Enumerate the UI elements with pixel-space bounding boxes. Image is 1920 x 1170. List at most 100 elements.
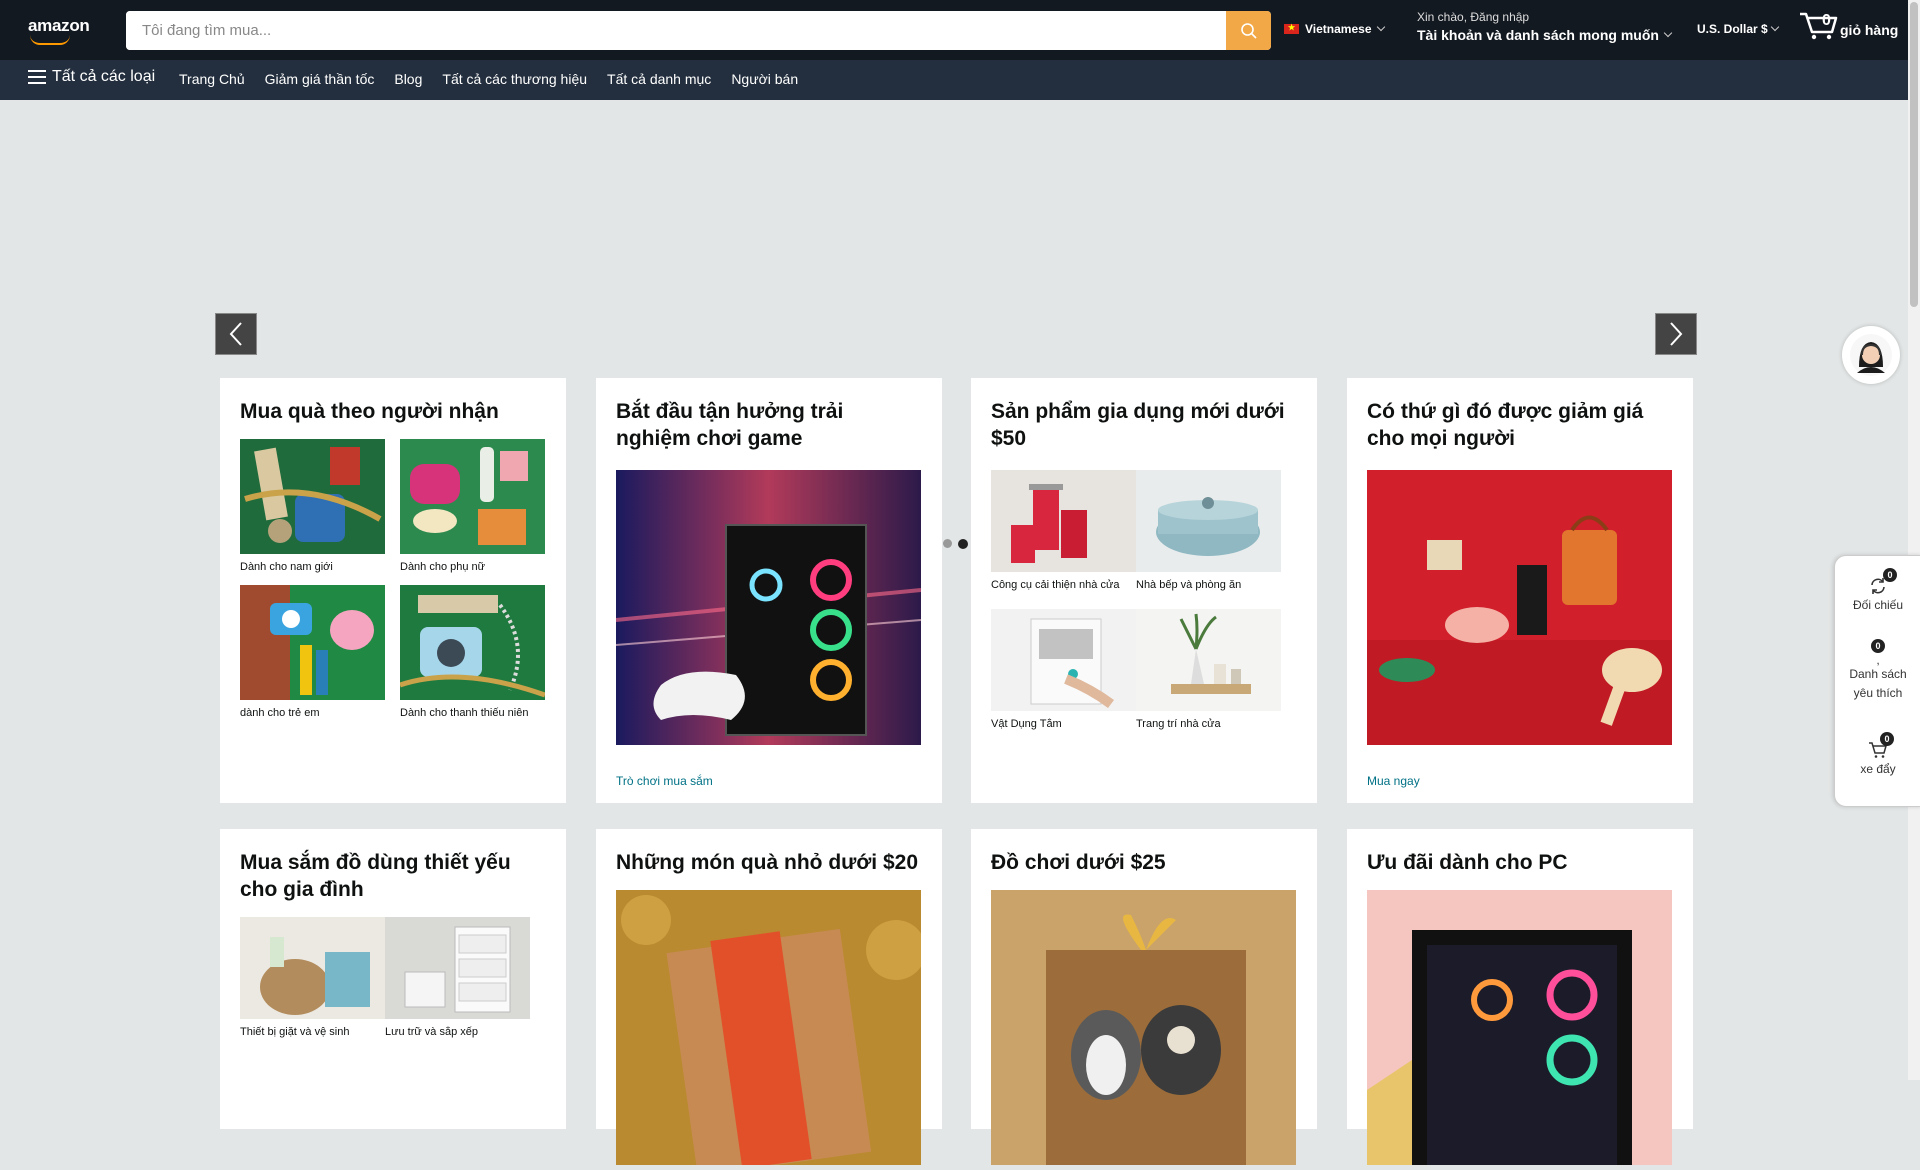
- tile-for-kids[interactable]: dành cho trẻ em: [240, 585, 385, 719]
- kids-gifts-image: [240, 585, 385, 700]
- logo-smile-icon: [30, 35, 70, 45]
- men-gifts-image: [240, 439, 385, 554]
- search-bar: [126, 11, 1271, 50]
- gaming-pc-image[interactable]: [615, 470, 922, 745]
- nav-link-all-categories[interactable]: Tất cả danh mục: [607, 71, 711, 87]
- page-scrollbar[interactable]: [1908, 0, 1920, 1080]
- tile-storage-organization[interactable]: Lưu trữ và sắp xếp: [385, 917, 530, 1038]
- tile-for-women[interactable]: Dành cho phụ nữ: [400, 439, 545, 573]
- card-title: Những món quà nhỏ dưới $20: [616, 851, 919, 874]
- all-categories-button[interactable]: Tất cả các loại: [28, 68, 155, 86]
- logo-text: amazon: [28, 16, 90, 35]
- card-gaming: Bắt đầu tận hưởng trải nghiệm chơi game …: [596, 378, 942, 803]
- support-agent-icon: [1850, 334, 1892, 376]
- search-input[interactable]: [126, 11, 1226, 50]
- chevron-down-icon: [1663, 28, 1673, 38]
- carousel-dot[interactable]: [943, 539, 952, 548]
- chevron-right-icon: [1670, 322, 1683, 346]
- side-cart-button[interactable]: 0 xe đẩy: [1835, 732, 1920, 779]
- card-title: Có thứ gì đó được giảm giá cho mọi người: [1367, 400, 1644, 450]
- cart-button[interactable]: 0 giỏ hàng: [1798, 10, 1898, 40]
- compare-label: Đối chiếu: [1852, 598, 1904, 612]
- amazon-logo[interactable]: amazon: [28, 16, 90, 45]
- account-label: Tài khoản và danh sách mong muốn: [1417, 27, 1659, 43]
- chevron-down-icon: [1770, 22, 1779, 32]
- laundry-cleaning-image: [240, 917, 385, 1019]
- top-header: amazon Vietnamese Xin chào, Đăng nhập Tà…: [0, 0, 1908, 60]
- tile-for-men[interactable]: Dành cho nam giới: [240, 439, 385, 573]
- tile-caption: Trang trí nhà cửa: [1136, 718, 1221, 730]
- nav-link-all-brands[interactable]: Tất cả các thương hiệu: [442, 71, 587, 87]
- pc-deals-image[interactable]: [1367, 890, 1672, 1165]
- carousel-dot-active[interactable]: [958, 539, 968, 549]
- nav-link-flash-deals[interactable]: Giảm giá thần tốc: [265, 71, 375, 87]
- card-gifts-by-recipient: Mua quà theo người nhận Dành cho nam giớ…: [220, 378, 566, 803]
- storage-organization-image: [385, 917, 530, 1019]
- wishlist-separator: ,: [1876, 653, 1880, 667]
- deals-image[interactable]: [1367, 470, 1672, 745]
- carousel-next-button[interactable]: [1655, 313, 1697, 355]
- tile-caption: Dành cho nam giới: [240, 561, 333, 573]
- account-greeting: Xin chào, Đăng nhập: [1417, 10, 1530, 24]
- teens-gifts-image: [399, 585, 546, 700]
- wishlist-label: Danh sách yêu thích: [1849, 667, 1907, 700]
- shop-now-link[interactable]: Mua ngay: [1367, 774, 1673, 788]
- small-gifts-image[interactable]: [616, 890, 926, 1170]
- card-title: Đồ chơi dưới $25: [991, 851, 1166, 874]
- card-title: Bắt đầu tận hưởng trải nghiệm chơi game: [616, 400, 844, 450]
- language-label: Vietnamese: [1305, 22, 1372, 36]
- tile-caption: Lưu trữ và sắp xếp: [385, 1026, 478, 1038]
- women-gifts-image: [400, 439, 545, 554]
- tile-caption: Dành cho thanh thiếu niên: [400, 707, 529, 719]
- tile-caption: Dành cho phụ nữ: [400, 561, 486, 573]
- kitchen-dining-image: [1136, 470, 1281, 572]
- search-button[interactable]: [1226, 11, 1271, 50]
- side-cart-count-badge: 0: [1880, 732, 1894, 746]
- carousel-dots: [943, 539, 968, 549]
- bath-supplies-image: [991, 609, 1136, 711]
- all-categories-label: Tất cả các loại: [52, 68, 156, 85]
- tile-caption: Vật Dụng Tắm: [991, 718, 1062, 730]
- tile-bath-supplies[interactable]: Vật Dụng Tắm: [991, 609, 1136, 730]
- compare-button[interactable]: 0 Đối chiếu: [1835, 568, 1920, 615]
- tile-for-teens[interactable]: Dành cho thanh thiếu niên: [399, 585, 546, 719]
- shop-games-link[interactable]: Trò chơi mua sắm: [616, 774, 922, 788]
- tile-caption: Thiết bị giặt và vệ sinh: [240, 1026, 350, 1038]
- chevron-left-icon: [229, 322, 242, 346]
- cart-label: giỏ hàng: [1840, 22, 1899, 38]
- card-toys-under-25: Đồ chơi dưới $25: [971, 829, 1317, 1165]
- tile-home-decor[interactable]: Trang trí nhà cửa: [1136, 609, 1281, 730]
- carousel-prev-button[interactable]: [215, 313, 257, 355]
- nav-link-blog[interactable]: Blog: [394, 71, 422, 87]
- card-title: Ưu đãi dành cho PC: [1367, 851, 1568, 874]
- home-decor-image: [1136, 609, 1281, 711]
- currency-selector[interactable]: U.S. Dollar $: [1697, 22, 1779, 36]
- scrollbar-thumb[interactable]: [1910, 2, 1918, 307]
- tile-laundry-cleaning[interactable]: Thiết bị giặt và vệ sinh: [240, 917, 385, 1038]
- floating-side-panel: 0 Đối chiếu 0 , Danh sách yêu thích 0 xe…: [1834, 555, 1920, 807]
- wishlist-button[interactable]: 0 , Danh sách yêu thích: [1835, 636, 1920, 703]
- card-title: Mua quà theo người nhận: [240, 400, 499, 423]
- cart-count: 0: [1822, 12, 1831, 29]
- nav-link-home[interactable]: Trang Chủ: [179, 71, 245, 87]
- chevron-down-icon: [1376, 22, 1385, 32]
- menu-icon: [28, 70, 46, 84]
- nav-link-sellers[interactable]: Người bán: [731, 71, 798, 87]
- card-small-gifts-under-20: Những món quà nhỏ dưới $20: [596, 829, 942, 1170]
- card-family-essentials: Mua sắm đồ dùng thiết yếu cho gia đình T…: [220, 829, 566, 1129]
- tile-caption: dành cho trẻ em: [240, 707, 320, 719]
- language-selector[interactable]: Vietnamese: [1284, 22, 1385, 36]
- search-icon: [1240, 22, 1257, 39]
- tile-home-improvement[interactable]: Công cụ cải thiện nhà cửa: [991, 470, 1136, 591]
- card-home-under-50: Sản phẩm gia dụng mới dưới $50 Công cụ c…: [971, 378, 1317, 803]
- toys-image[interactable]: [991, 890, 1296, 1165]
- account-menu[interactable]: Xin chào, Đăng nhập Tài khoản và danh sá…: [1417, 10, 1673, 43]
- tile-kitchen-dining[interactable]: Nhà bếp và phòng ăn: [1136, 470, 1281, 591]
- vietnam-flag-icon: [1284, 23, 1299, 34]
- support-chat-button[interactable]: [1842, 326, 1900, 384]
- nav-bar: Tất cả các loại Trang Chủ Giảm giá thần …: [0, 60, 1908, 100]
- cart-icon: [1800, 12, 1838, 40]
- tile-caption: Nhà bếp và phòng ăn: [1136, 579, 1242, 591]
- home-improvement-image: [991, 470, 1136, 572]
- card-deals-for-everyone: Có thứ gì đó được giảm giá cho mọi người…: [1347, 378, 1693, 803]
